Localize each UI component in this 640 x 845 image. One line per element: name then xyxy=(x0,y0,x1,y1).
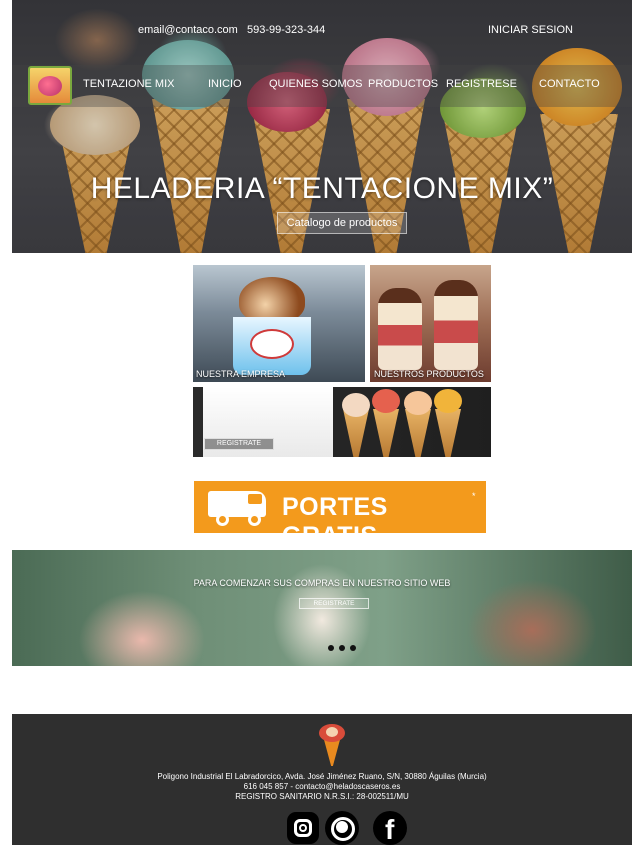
nav-item-registrese[interactable]: REGISTRESE xyxy=(446,78,517,90)
tile-nuestros-productos[interactable]: NUESTROS PRODUCTOS xyxy=(370,265,491,382)
mini-scoop xyxy=(404,391,432,415)
van-wheel xyxy=(216,513,229,526)
sundae-glass xyxy=(378,288,422,370)
footer-address: Poligono Industrial El Labradorcico, Avd… xyxy=(157,772,487,781)
hero-section: email@contaco.com 593-99-323-344 INICIAR… xyxy=(12,0,632,253)
tile-registrate-button[interactable]: REGISTRATE xyxy=(204,438,274,450)
instagram-lens xyxy=(299,824,307,832)
mini-cone xyxy=(405,409,431,457)
carousel-dot[interactable] xyxy=(339,645,345,651)
banner-register-button[interactable]: REGISTRATE xyxy=(299,598,369,609)
free-shipping-asterisk: * xyxy=(472,491,476,501)
free-shipping-text: PORTES GRATIS xyxy=(282,493,388,550)
whatsapp-phone xyxy=(336,821,348,833)
mini-scoop xyxy=(372,389,400,413)
van-window xyxy=(248,494,262,504)
carousel-dot[interactable] xyxy=(350,645,356,651)
footer-contact[interactable]: 616 045 857 - contacto@heladoscaseros.es xyxy=(12,782,632,791)
nav-brand-name[interactable]: TENTAZIONE MIX xyxy=(83,78,174,90)
instagram-icon[interactable] xyxy=(287,812,319,844)
nav-item-quienes-somos[interactable]: QUIENES SOMOS xyxy=(269,78,363,90)
top-contact-bar: email@contaco.com 593-99-323-344 INICIAR… xyxy=(12,24,632,38)
cup-brand-label xyxy=(250,329,294,359)
footer-registry: REGISTRO SANITARIO N.R.S.I.: 28-002511/M… xyxy=(235,792,409,801)
tile-label-empresa: NUESTRA EMPRESA xyxy=(196,369,286,379)
free-shipping-banner: PORTES GRATIS * xyxy=(194,481,486,550)
facebook-icon[interactable]: f xyxy=(373,811,407,845)
login-link[interactable]: INICIAR SESION xyxy=(488,24,573,36)
sundae-glass xyxy=(434,280,478,370)
facebook-letter: f xyxy=(385,814,395,845)
logo-emblem xyxy=(38,76,62,96)
tile-registrate[interactable]: REGISTRATE xyxy=(193,387,491,457)
ice-cream-cup xyxy=(233,317,311,375)
catalog-button[interactable]: Catalogo de productos xyxy=(277,212,407,234)
nav-item-contacto[interactable]: CONTACTO xyxy=(539,78,600,90)
mini-scoop xyxy=(342,393,370,417)
mini-scoop xyxy=(434,389,462,413)
site-footer: Poligono Industrial El Labradorcico, Avd… xyxy=(12,714,632,845)
tile-label-productos: NUESTROS PRODUCTOS xyxy=(374,369,484,379)
hero-title: HELADERIA “TENTACIONE MIX” xyxy=(90,172,554,205)
van-wheel xyxy=(248,513,261,526)
carousel-dots xyxy=(328,645,358,651)
delivery-van-icon xyxy=(194,487,274,527)
mini-cone xyxy=(373,409,399,457)
contact-email[interactable]: email@contaco.com xyxy=(138,24,238,36)
contact-phone[interactable]: 593-99-323-344 xyxy=(247,24,325,36)
mini-cone xyxy=(435,409,461,457)
tile-nuestra-empresa[interactable]: NUESTRA EMPRESA xyxy=(193,265,365,382)
nav-item-inicio[interactable]: INICIO xyxy=(208,78,242,90)
main-navbar: TENTAZIONE MIX INICIO QUIENES SOMOS PROD… xyxy=(12,65,632,107)
carousel-dot[interactable] xyxy=(328,645,334,651)
whatsapp-icon[interactable] xyxy=(325,811,359,845)
logo-face xyxy=(326,727,338,737)
nav-item-productos[interactable]: PRODUCTOS xyxy=(368,78,438,90)
footer-logo xyxy=(311,718,351,766)
brand-logo[interactable] xyxy=(28,66,72,105)
banner-text: PARA COMENZAR SUS COMPRAS EN NUESTRO SIT… xyxy=(193,578,451,588)
cta-banner: PARA COMENZAR SUS COMPRAS EN NUESTRO SIT… xyxy=(12,550,632,666)
